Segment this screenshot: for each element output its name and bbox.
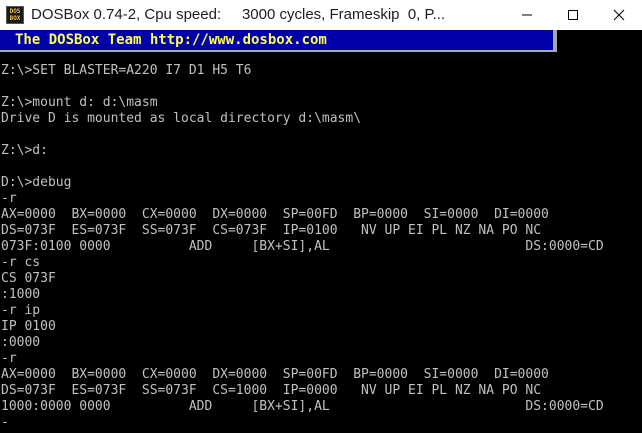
console-line: 073F:0100 0000 ADD [BX+SI],AL DS:0000=CD: [1, 239, 604, 254]
console-line: :0000: [1, 335, 41, 350]
banner-border-right: [553, 30, 557, 52]
console-line: AX=0000 BX=0000 CX=0000 DX=0000 SP=00FD …: [1, 207, 549, 222]
console-line: :1000: [1, 287, 41, 302]
minimize-icon: [522, 14, 532, 16]
console-line: Z:\>mount d: d:\masm: [1, 95, 158, 110]
console-line: -r cs: [1, 255, 41, 270]
console-line: 1000:0000 0000 ADD [BX+SI],AL DS:0000=CD: [1, 399, 604, 414]
maximize-icon: [568, 10, 578, 20]
console-line: Z:\>d:: [1, 143, 48, 158]
banner-border-bottom: [0, 50, 557, 52]
console-line: -r: [1, 351, 17, 366]
console-line: DS=073F ES=073F SS=073F CS=073F IP=0100 …: [1, 223, 542, 238]
window-title: DOSBox 0.74-2, Cpu speed: 3000 cycles, F…: [31, 6, 446, 23]
console-line: CS 073F: [1, 271, 56, 286]
console-partial-line: -: [1, 415, 9, 430]
banner-text: The DOSBox Team http://www.dosbox.com: [15, 32, 327, 48]
app-icon-text-top: DOS: [9, 8, 21, 15]
console-output: Z:\>SET BLASTER=A220 I7 D1 H5 T6 Z:\>mou…: [1, 63, 604, 431]
close-icon: [613, 9, 625, 21]
dos-console[interactable]: The DOSBox Team http://www.dosbox.com Z:…: [0, 30, 642, 433]
close-button[interactable]: [596, 0, 642, 30]
console-line: -r ip: [1, 303, 41, 318]
console-line: -r: [1, 191, 17, 206]
maximize-button[interactable]: [550, 0, 596, 30]
welcome-banner: The DOSBox Team http://www.dosbox.com: [0, 30, 557, 52]
console-line: Z:\>SET BLASTER=A220 I7 D1 H5 T6: [1, 63, 252, 78]
app-icon-text-bottom: BOX: [9, 15, 21, 22]
console-line: IP 0100: [1, 319, 56, 334]
minimize-button[interactable]: [504, 0, 550, 30]
console-line: DS=073F ES=073F SS=073F CS=1000 IP=0000 …: [1, 383, 542, 398]
console-line: D:\>debug: [1, 175, 72, 190]
title-bar[interactable]: DOS BOX DOSBox 0.74-2, Cpu speed: 3000 c…: [0, 0, 642, 30]
dosbox-app-icon[interactable]: DOS BOX: [6, 6, 24, 24]
console-line: AX=0000 BX=0000 CX=0000 DX=0000 SP=00FD …: [1, 367, 549, 382]
console-line: Drive D is mounted as local directory d:…: [1, 111, 362, 126]
